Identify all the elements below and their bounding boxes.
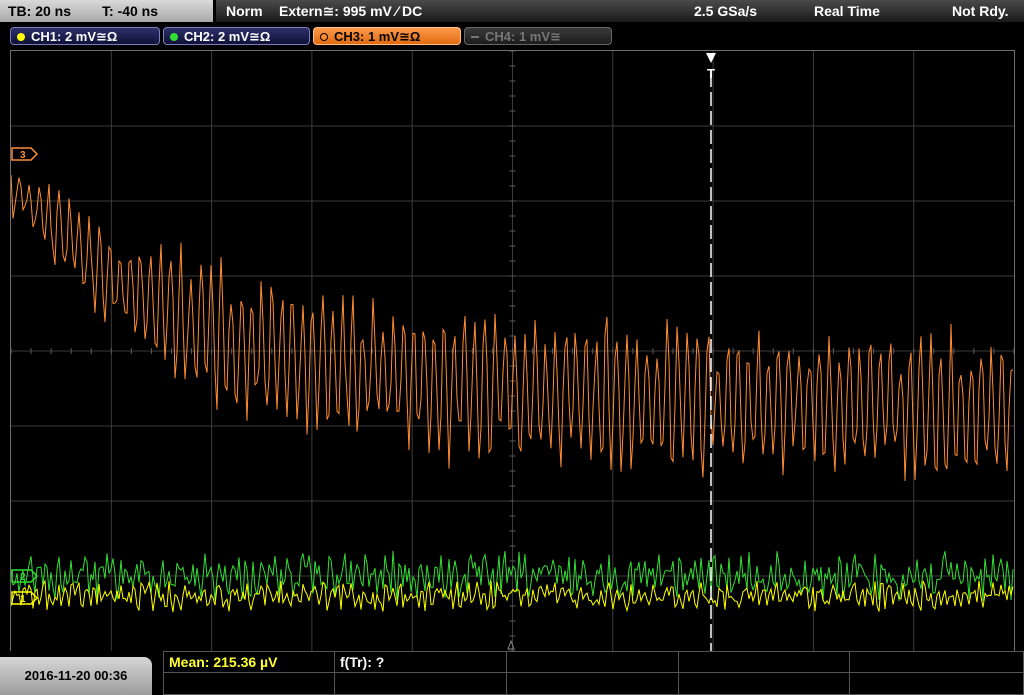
ready-state: Not Rdy. bbox=[952, 3, 1009, 19]
measurement-slot-4[interactable] bbox=[678, 651, 850, 673]
channel-3-label: CH3: 1 mV≅Ω bbox=[334, 29, 421, 44]
datetime-display: 2016-11-20 00:36 bbox=[0, 657, 152, 695]
trigger-marker-label: T bbox=[707, 66, 715, 81]
channel-2-indicator-icon bbox=[170, 33, 178, 41]
measurement-slot-9[interactable] bbox=[678, 672, 850, 695]
channel-3-indicator-icon bbox=[320, 33, 328, 41]
timebase-label: TB: 20 ns bbox=[8, 3, 72, 19]
channel-3-offset-marker[interactable]: 3 bbox=[11, 147, 39, 161]
measurement-slot-8[interactable] bbox=[506, 672, 679, 695]
trigger-marker-icon[interactable]: T bbox=[706, 53, 716, 81]
trigger-mode: Norm bbox=[226, 3, 263, 19]
frequency-measurement[interactable]: f(Tr): ? bbox=[334, 651, 507, 673]
status-bar: TB: 20 ns T: -40 ns Norm Extern≅: 995 mV… bbox=[0, 0, 1024, 24]
trigger-source: Extern≅: 995 mV ⁄ DC bbox=[279, 3, 423, 19]
graticule bbox=[11, 51, 1014, 651]
acquisition-mode: Real Time bbox=[814, 3, 880, 19]
channel-4-indicator-icon bbox=[471, 36, 479, 38]
channel-3-button[interactable]: CH3: 1 mV≅Ω bbox=[313, 27, 461, 45]
waveform-svg: T 3 2 1 bbox=[11, 51, 1014, 651]
measurement-slot-5[interactable] bbox=[849, 651, 1024, 673]
measurement-slot-6[interactable] bbox=[163, 672, 335, 695]
channel-4-label: CH4: 1 mV≅ bbox=[485, 29, 561, 44]
channel-2-label: CH2: 2 mV≅Ω bbox=[184, 29, 271, 44]
horizontal-reference-icon bbox=[507, 639, 515, 650]
timebase-box[interactable]: TB: 20 ns T: -40 ns bbox=[0, 0, 213, 22]
channel-2-marker-label: 2 bbox=[20, 572, 26, 583]
measurement-table[interactable]: Mean: 215.36 µV f(Tr): ? bbox=[163, 651, 1024, 695]
channel-bar: CH1: 2 mV≅Ω CH2: 2 mV≅Ω CH3: 1 mV≅Ω CH4:… bbox=[0, 25, 1024, 47]
channel-1-label: CH1: 2 mV≅Ω bbox=[31, 29, 118, 44]
sample-rate: 2.5 GSa/s bbox=[694, 3, 758, 19]
channel-4-button[interactable]: CH4: 1 mV≅ bbox=[464, 27, 612, 45]
channel-2-button[interactable]: CH2: 2 mV≅Ω bbox=[163, 27, 310, 45]
trigger-offset-label: T: -40 ns bbox=[102, 3, 159, 19]
measurement-slot-3[interactable] bbox=[506, 651, 679, 673]
channel-1-button[interactable]: CH1: 2 mV≅Ω bbox=[10, 27, 160, 45]
mean-measurement[interactable]: Mean: 215.36 µV bbox=[163, 651, 335, 673]
channel-1-marker-label: 1 bbox=[20, 594, 26, 605]
acquisition-info-strip[interactable]: Norm Extern≅: 995 mV ⁄ DC 2.5 GSa/s Real… bbox=[216, 0, 1024, 22]
measurement-slot-7[interactable] bbox=[334, 672, 507, 695]
waveform-display[interactable]: T 3 2 1 bbox=[10, 50, 1015, 652]
channel-3-marker-label: 3 bbox=[20, 150, 26, 161]
measurement-slot-10[interactable] bbox=[849, 672, 1024, 695]
bottom-bar: 2016-11-20 00:36 Mean: 215.36 µV f(Tr): … bbox=[0, 651, 1024, 695]
channel-1-indicator-icon bbox=[17, 33, 25, 41]
